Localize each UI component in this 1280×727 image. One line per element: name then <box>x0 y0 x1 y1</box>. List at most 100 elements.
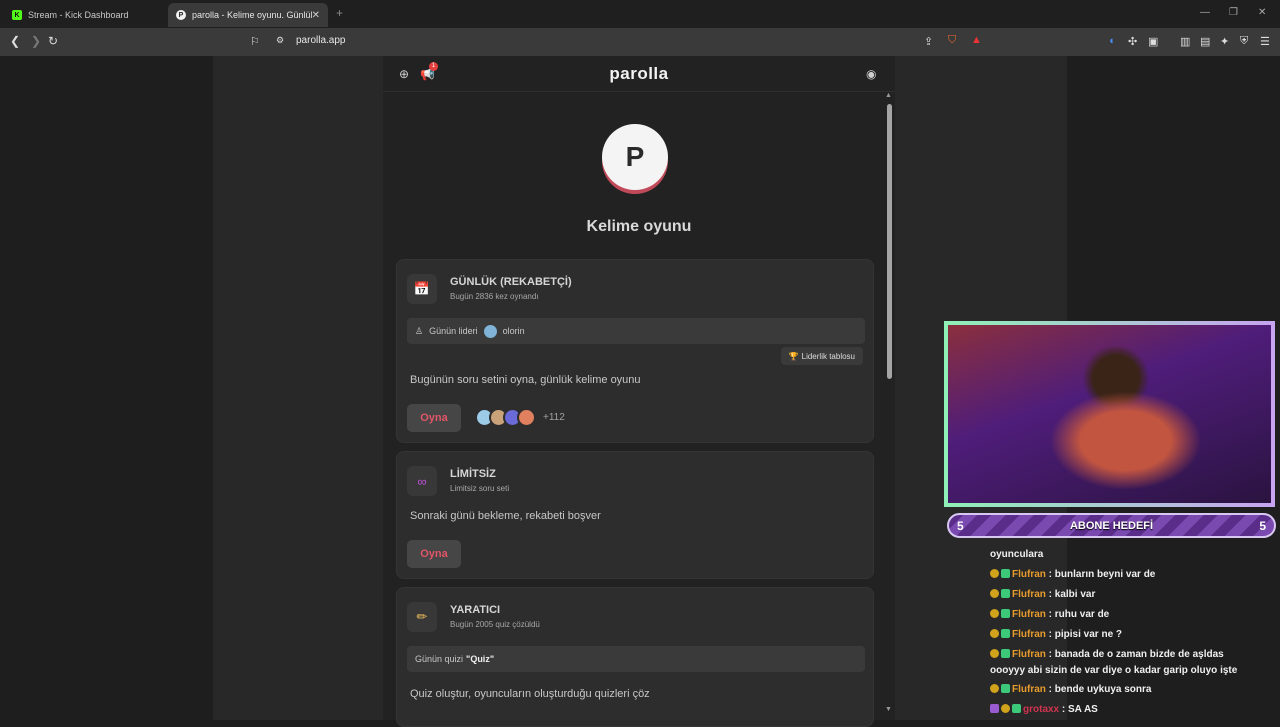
bookmark-icon[interactable]: ⚐ <box>250 35 260 48</box>
player-avatar <box>517 408 536 427</box>
chat-username: Flufran <box>1012 629 1046 640</box>
page-margin-left <box>0 56 213 720</box>
scrollbar-thumb[interactable] <box>887 104 892 379</box>
chat-message: Flufran : kalbi var <box>990 589 1095 600</box>
chat-text: : SA AS <box>1059 704 1098 715</box>
tab-label: parolla - Kelime oyunu. Günlük k <box>192 10 312 20</box>
chat-username: Flufran <box>1012 569 1046 580</box>
address-bar[interactable]: ⚐ ⚙ parolla.app ⇪ ⛉ ▲ <box>244 31 994 53</box>
trophy-outline-icon: ♙ <box>415 325 424 336</box>
leo-ai-icon[interactable]: ✦ <box>1220 35 1229 48</box>
og-badge-icon <box>1001 569 1010 578</box>
card-description: Bugünün soru setini oyna, günlük kelime … <box>410 374 641 386</box>
wallet-icon[interactable]: ▣ <box>1148 35 1158 48</box>
goal-target: 5 <box>1259 519 1266 533</box>
card-title: LİMİTSİZ <box>450 468 496 480</box>
leader-avatar <box>483 324 497 338</box>
forward-icon[interactable]: ❯ <box>31 34 41 48</box>
chat-username: grotaxx <box>1023 704 1060 715</box>
daily-leader-box: ♙ Günün lideri olorin <box>407 318 865 344</box>
sub-badge-icon <box>990 569 999 578</box>
parolla-favicon-icon: P <box>176 10 186 20</box>
card-subtitle: Bugün 2836 kez oynandı <box>450 292 539 301</box>
og-badge-icon <box>1001 649 1010 658</box>
chat-username: Flufran <box>1012 589 1046 600</box>
back-icon[interactable]: ❮ <box>10 34 20 48</box>
reading-list-icon[interactable]: ▤ <box>1200 35 1210 48</box>
app-header: ⊕ 📢 1 parolla ◉ <box>383 56 895 92</box>
trophy-icon: 🏆 <box>788 351 799 361</box>
chat-message: Flufran : pipisi var ne ? <box>990 629 1122 640</box>
brand-logo-text[interactable]: parolla <box>383 64 895 84</box>
tab-parolla[interactable]: P parolla - Kelime oyunu. Günlük k ✕ <box>168 3 328 27</box>
sidebar-icon[interactable]: ▥ <box>1180 35 1190 48</box>
play-daily-button[interactable]: Oyna <box>407 404 461 432</box>
chat-text: : ruhu var de <box>1045 609 1110 620</box>
brave-shield-icon[interactable]: ⛉ <box>948 34 956 47</box>
leader-label: Günün lideri <box>429 326 478 336</box>
sub-badge-icon <box>990 629 999 638</box>
mod-badge-icon <box>990 704 999 713</box>
maximize-icon[interactable]: ❐ <box>1229 7 1238 18</box>
tab-kick-dashboard[interactable]: K Stream - Kick Dashboard <box>4 3 164 27</box>
scrollbar[interactable]: ▲ ▼ <box>885 92 893 714</box>
chat-message: Flufran : bende uykuya sonra <box>990 684 1151 695</box>
quiz-name: "Quiz" <box>466 654 495 664</box>
scroll-up-icon[interactable]: ▲ <box>885 92 892 99</box>
og-badge-icon <box>1001 684 1010 693</box>
play-unlimited-button[interactable]: Oyna <box>407 540 461 568</box>
calendar-icon: 📅 <box>407 274 437 304</box>
og-badge-icon <box>1001 609 1010 618</box>
card-description: Sonraki günü bekleme, rekabeti boşver <box>410 510 601 522</box>
leader-name[interactable]: olorin <box>503 326 525 336</box>
webcam-overlay <box>944 321 1275 507</box>
og-badge-icon <box>1001 589 1010 598</box>
close-window-icon[interactable]: ✕ <box>1258 7 1266 18</box>
sub-badge-icon <box>990 649 999 658</box>
quiz-of-day-box[interactable]: Günün quizi "Quiz" <box>407 646 865 672</box>
card-subtitle: Limitsiz soru seti <box>450 484 510 493</box>
tab-label: Stream - Kick Dashboard <box>28 10 129 20</box>
chat-message: oyunculara <box>990 549 1043 560</box>
goal-current: 5 <box>957 519 964 533</box>
creative-card: ✏ YARATICI Bugün 2005 quiz çözüldü Günün… <box>396 587 874 727</box>
pencil-icon: ✏ <box>407 602 437 632</box>
sub-badge-icon <box>990 684 999 693</box>
account-icon[interactable]: ◉ <box>866 67 876 81</box>
kick-favicon-icon: K <box>12 10 22 20</box>
chat-text: : kalbi var <box>1045 589 1096 600</box>
menu-icon[interactable]: ☰ <box>1260 35 1270 48</box>
rewards-icon[interactable]: ▲ <box>971 34 982 46</box>
chat-message: oooyyy abi sizin de var diye o kadar gar… <box>990 665 1237 676</box>
leaderboard-button[interactable]: 🏆 Liderlik tablosu <box>780 347 863 365</box>
sub-badge-icon <box>990 589 999 598</box>
goal-label: ABONE HEDEFİ <box>1069 519 1154 532</box>
chat-username: Flufran <box>1012 609 1046 620</box>
reload-icon[interactable]: ↻ <box>48 34 58 48</box>
chat-message: Flufran : banada de o zaman bizde de aşl… <box>990 649 1224 660</box>
unlimited-card: ∞ LİMİTSİZ Limitsiz soru seti Sonraki gü… <box>396 451 874 579</box>
chat-username: Flufran <box>1012 684 1046 695</box>
chat-text: : pipisi var ne ? <box>1045 629 1123 640</box>
daily-card: 📅 GÜNLÜK (REKABETÇİ) Bugün 2836 kez oyna… <box>396 259 874 443</box>
browser-toolbar: ❮ ❯ ↻ ⚐ ⚙ parolla.app ⇪ ⛉ ▲ ◖ ✣ ▣ ▥ ▤ ✦ … <box>0 28 1280 56</box>
chat-message: grotaxx : SA AS <box>990 704 1098 715</box>
chat-username: Flufran <box>1012 649 1046 660</box>
app-logo: P <box>602 124 668 190</box>
subscriber-goal-bar: 5 ABONE HEDEFİ 5 <box>947 513 1276 538</box>
audio-icon[interactable]: ◖ <box>1108 35 1115 47</box>
chat-text: oyunculara <box>990 549 1044 560</box>
minimize-icon[interactable]: — <box>1200 7 1210 18</box>
extensions-icon[interactable]: ✣ <box>1128 35 1137 48</box>
site-info-icon[interactable]: ⚙ <box>276 35 284 46</box>
page-title: Kelime oyunu <box>586 218 692 235</box>
extra-players-count: +112 <box>543 412 565 423</box>
chat-text: : bende uykuya sonra <box>1045 684 1152 695</box>
close-tab-icon[interactable]: ✕ <box>312 10 320 21</box>
share-icon[interactable]: ⇪ <box>924 35 933 48</box>
new-tab-icon[interactable]: + <box>336 6 343 20</box>
vpn-icon[interactable]: ⛨ <box>1240 35 1248 48</box>
scroll-down-icon[interactable]: ▼ <box>885 706 892 713</box>
sub-badge-icon <box>1001 704 1010 713</box>
chat-message: Flufran : ruhu var de <box>990 609 1109 620</box>
